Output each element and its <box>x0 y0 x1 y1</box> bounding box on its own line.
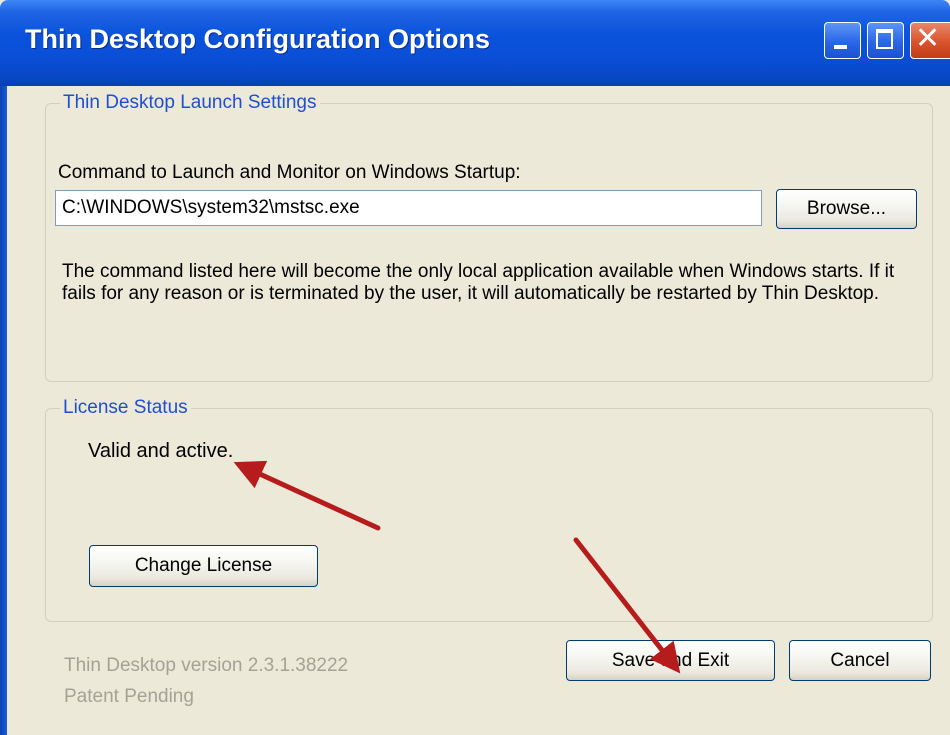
command-label: Command to Launch and Monitor on Windows… <box>58 162 521 183</box>
cancel-button[interactable]: Cancel <box>789 640 931 681</box>
change-license-button[interactable]: Change License <box>89 545 318 587</box>
license-status-text: Valid and active. <box>88 440 234 462</box>
window-title: Thin Desktop Configuration Options <box>25 24 490 54</box>
launch-description: The command listed here will become the … <box>62 261 895 304</box>
minimize-button[interactable] <box>824 22 861 59</box>
patent-text: Patent Pending <box>64 686 194 707</box>
window-frame-left <box>0 86 7 735</box>
launch-settings-legend: Thin Desktop Launch Settings <box>63 92 317 113</box>
close-icon: ✕ <box>915 21 941 56</box>
minimize-icon <box>834 45 847 49</box>
version-text: Thin Desktop version 2.3.1.38222 <box>64 655 349 676</box>
title-bar[interactable]: Thin Desktop Configuration Options ✕ <box>0 0 950 86</box>
save-and-exit-button[interactable]: Save and Exit <box>566 640 775 681</box>
license-status-group: License Status <box>45 397 933 622</box>
close-button[interactable]: ✕ <box>910 21 950 59</box>
browse-button[interactable]: Browse... <box>776 189 917 229</box>
config-window: Thin Desktop Configuration Options ✕ Thi… <box>0 0 950 735</box>
maximize-button[interactable] <box>867 22 904 59</box>
maximize-icon <box>876 29 893 49</box>
launch-settings-group: Thin Desktop Launch Settings <box>45 92 933 382</box>
license-status-legend: License Status <box>63 397 188 418</box>
command-input[interactable] <box>55 190 762 226</box>
